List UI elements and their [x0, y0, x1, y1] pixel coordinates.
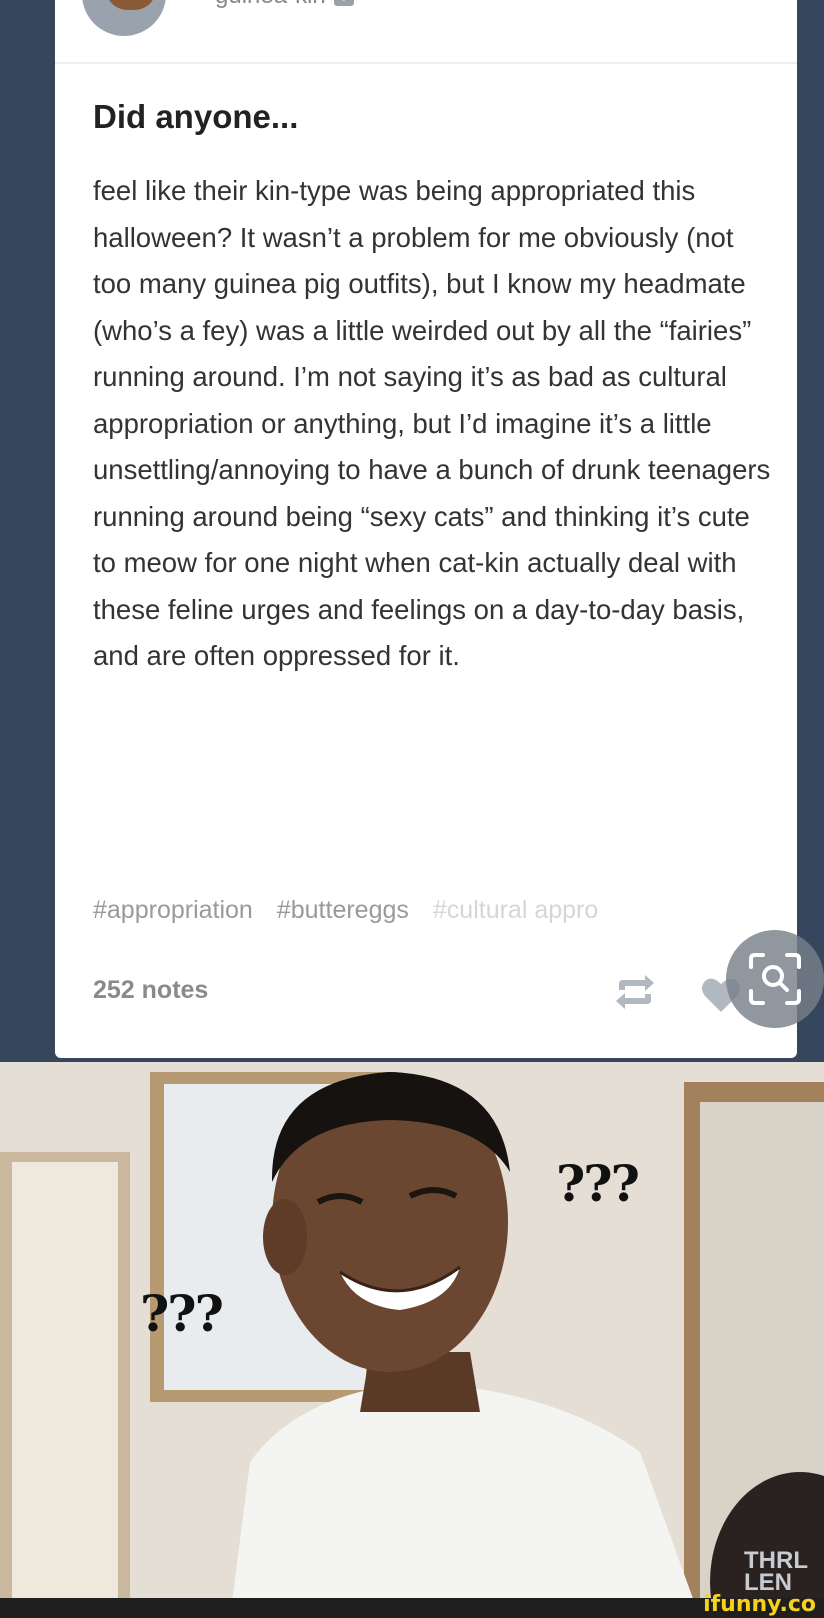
- username-link[interactable]: guinea-kin: [215, 0, 326, 10]
- watermark-bar: ifunny.co: [0, 1592, 824, 1618]
- ifunny-watermark: ifunny.co: [703, 1592, 816, 1617]
- follow-plus-icon[interactable]: +: [333, 0, 354, 6]
- reblog-icon[interactable]: [613, 972, 657, 1012]
- avatar[interactable]: [82, 0, 166, 36]
- tumblr-post-screenshot: guinea-kin + Did anyone... feel like the…: [0, 0, 824, 1062]
- header-divider: [55, 62, 797, 64]
- post-title: Did anyone...: [93, 98, 299, 135]
- question-marks-left: ???: [140, 1284, 224, 1343]
- tag-link[interactable]: #buttereggs: [277, 896, 409, 936]
- lens-search-button[interactable]: [726, 930, 824, 1028]
- meme-photo: ??? ??? THRL LEN: [0, 1062, 824, 1618]
- confused-man-illustration: [0, 1062, 824, 1618]
- post-body: feel like their kin-type was being appro…: [93, 175, 771, 671]
- notes-count[interactable]: 252 notes: [93, 976, 208, 1005]
- post-tags: #appropriation #buttereggs #cultural app…: [93, 896, 753, 936]
- post-card: guinea-kin + Did anyone... feel like the…: [55, 0, 797, 1058]
- corner-logo-text: THRL LEN: [744, 1547, 808, 1596]
- question-marks-right: ???: [556, 1154, 640, 1213]
- post-header: guinea-kin +: [215, 0, 354, 16]
- lens-search-icon: [749, 953, 801, 1005]
- guinea-pig-avatar-image: [108, 0, 154, 10]
- tag-link[interactable]: #appropriation: [93, 896, 253, 936]
- tag-link[interactable]: #cultural appro: [433, 896, 598, 936]
